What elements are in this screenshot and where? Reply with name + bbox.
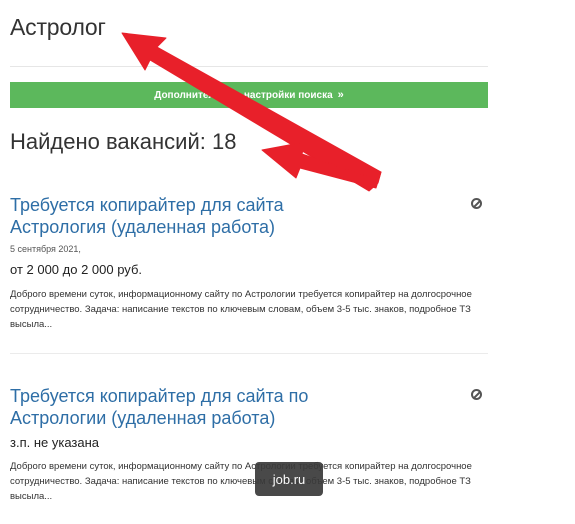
advanced-search-label: Дополнительные настройки поиска (154, 89, 333, 101)
arrow-to-title (121, 32, 382, 192)
block-icon[interactable] (471, 198, 482, 209)
vacancy-title-link[interactable]: Требуется копирайтер для сайта по Астрол… (10, 385, 350, 429)
found-label: Найдено вакансий: (10, 129, 206, 154)
watermark-badge: job.ru (255, 462, 323, 496)
vacancy-salary: от 2 000 до 2 000 руб. (10, 262, 143, 277)
vacancy-salary: з.п. не указана (10, 435, 100, 450)
vacancy-description: Доброго времени суток, информационному с… (10, 461, 472, 502)
vacancy-card: Требуется копирайтер для сайта по Астрол… (10, 385, 490, 504)
vacancy-description: Доброго времени суток, информационному с… (10, 289, 472, 330)
found-count: 18 (211, 129, 237, 154)
page-title: Астролог (10, 14, 106, 40)
advanced-search-settings-button[interactable]: Дополнительные настройки поиска » (10, 82, 488, 108)
vacancies-found-heading: Найдено вакансий: 18 (10, 129, 236, 155)
vacancy-date: 5 сентября 2021, (10, 244, 81, 254)
block-icon[interactable] (471, 389, 482, 400)
double-chevron-down-icon: » (337, 89, 344, 101)
vacancy-card: Требуется копирайтер для сайта Астрологи… (10, 194, 490, 332)
divider (10, 66, 488, 67)
vacancy-title-link[interactable]: Требуется копирайтер для сайта Астрологи… (10, 194, 350, 238)
arrow-to-count (261, 141, 382, 189)
divider (10, 353, 488, 354)
